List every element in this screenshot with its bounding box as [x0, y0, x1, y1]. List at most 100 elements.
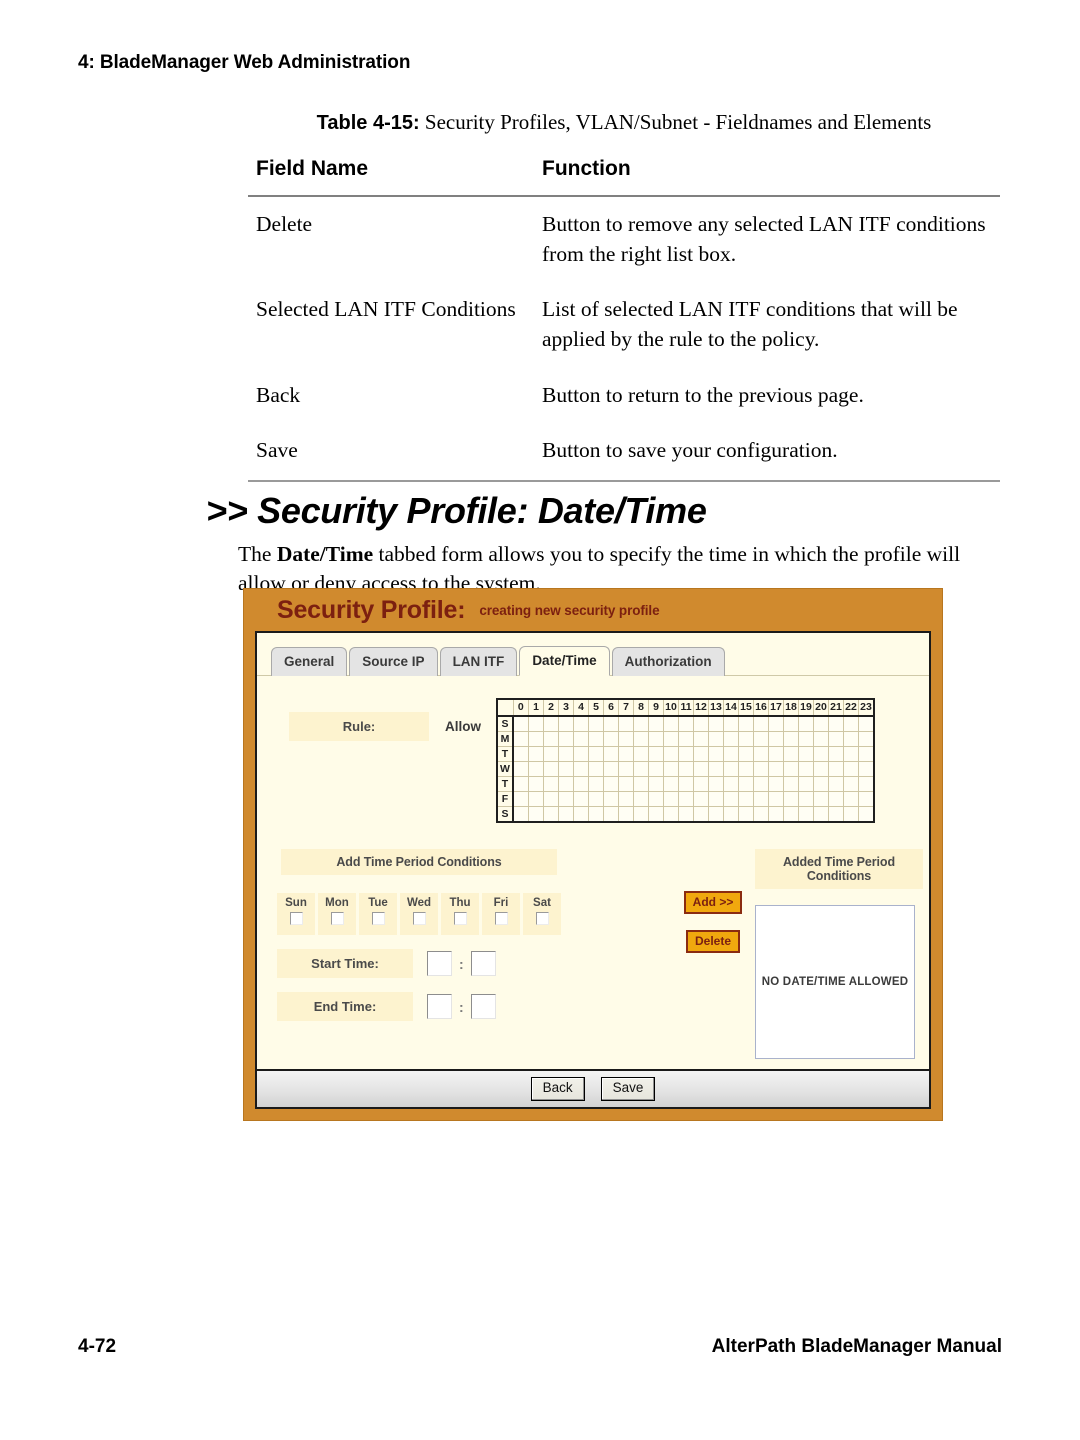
time-grid-cell[interactable]: [813, 791, 829, 807]
time-grid-cell[interactable]: [633, 761, 649, 777]
time-grid-cell[interactable]: [843, 731, 859, 747]
time-grid-cell[interactable]: [738, 715, 754, 732]
time-grid-cell[interactable]: [543, 776, 559, 792]
time-grid-cell[interactable]: [528, 731, 544, 747]
time-grid-cell[interactable]: [828, 731, 844, 747]
time-grid-cell[interactable]: [723, 791, 739, 807]
time-grid-cell[interactable]: [723, 806, 739, 823]
time-grid-cell[interactable]: [738, 731, 754, 747]
time-grid-cell[interactable]: [512, 806, 529, 823]
time-grid-cell[interactable]: [663, 791, 679, 807]
checkbox-wed[interactable]: [412, 912, 426, 925]
time-grid-cell[interactable]: [783, 776, 799, 792]
time-grid-cell[interactable]: [783, 791, 799, 807]
save-button[interactable]: Save: [600, 1077, 656, 1101]
time-grid-cell[interactable]: [663, 746, 679, 762]
day-checkbox-tue[interactable]: Tue: [359, 893, 397, 935]
tab-source-ip[interactable]: Source IP: [349, 647, 438, 676]
time-grid-cell[interactable]: [798, 746, 814, 762]
time-grid-cell[interactable]: [753, 715, 769, 732]
time-grid-cell[interactable]: [708, 806, 724, 823]
time-grid-cell[interactable]: [843, 791, 859, 807]
time-grid-cell[interactable]: [648, 731, 664, 747]
time-grid-cell[interactable]: [573, 715, 589, 732]
time-grid-cell[interactable]: [738, 761, 754, 777]
time-grid-cell[interactable]: [693, 746, 709, 762]
day-checkbox-fri[interactable]: Fri: [482, 893, 520, 935]
time-grid-cell[interactable]: [618, 746, 634, 762]
time-grid-cell[interactable]: [858, 806, 875, 823]
time-grid-cell[interactable]: [633, 776, 649, 792]
day-checkbox-wed[interactable]: Wed: [400, 893, 438, 935]
time-grid-cell[interactable]: [828, 761, 844, 777]
time-grid-cell[interactable]: [558, 791, 574, 807]
end-time-hour-input[interactable]: [427, 994, 452, 1019]
time-grid-cell[interactable]: [678, 776, 694, 792]
time-grid-cell[interactable]: [693, 791, 709, 807]
time-grid-cell[interactable]: [723, 761, 739, 777]
time-grid-cell[interactable]: [708, 715, 724, 732]
day-checkbox-thu[interactable]: Thu: [441, 893, 479, 935]
time-grid-cell[interactable]: [798, 806, 814, 823]
time-grid-cell[interactable]: [618, 791, 634, 807]
time-grid-cell[interactable]: [633, 731, 649, 747]
time-grid-cell[interactable]: [603, 746, 619, 762]
time-grid-cell[interactable]: [678, 746, 694, 762]
time-grid-cell[interactable]: [813, 746, 829, 762]
time-grid-cell[interactable]: [813, 715, 829, 732]
time-grid-cell[interactable]: [723, 746, 739, 762]
time-grid-cell[interactable]: [678, 761, 694, 777]
time-grid-cell[interactable]: [798, 761, 814, 777]
time-grid-cell[interactable]: [603, 715, 619, 732]
end-time-minute-input[interactable]: [470, 994, 496, 1019]
time-grid-cell[interactable]: [798, 791, 814, 807]
add-button[interactable]: Add >>: [683, 891, 743, 915]
time-grid-cell[interactable]: [558, 746, 574, 762]
time-grid-cell[interactable]: [828, 806, 844, 823]
back-button[interactable]: Back: [530, 1077, 585, 1101]
time-grid-cell[interactable]: [603, 806, 619, 823]
time-grid-cell[interactable]: [753, 731, 769, 747]
time-grid-cell[interactable]: [783, 731, 799, 747]
time-grid-cell[interactable]: [858, 715, 875, 732]
time-grid-cell[interactable]: [813, 761, 829, 777]
time-grid-cell[interactable]: [708, 746, 724, 762]
time-grid-cell[interactable]: [828, 791, 844, 807]
time-grid-cell[interactable]: [798, 731, 814, 747]
time-grid-cell[interactable]: [708, 731, 724, 747]
time-grid-cell[interactable]: [783, 806, 799, 823]
time-grid-cell[interactable]: [693, 715, 709, 732]
time-grid-cell[interactable]: [543, 791, 559, 807]
time-grid-cell[interactable]: [858, 791, 875, 807]
time-grid-cell[interactable]: [858, 761, 875, 777]
time-grid-cell[interactable]: [813, 806, 829, 823]
time-grid-cell[interactable]: [528, 791, 544, 807]
time-grid-cell[interactable]: [573, 776, 589, 792]
time-grid-cell[interactable]: [573, 761, 589, 777]
time-grid-cell[interactable]: [573, 731, 589, 747]
time-grid-cell[interactable]: [693, 776, 709, 792]
time-grid-cell[interactable]: [512, 715, 529, 732]
time-grid-cell[interactable]: [528, 761, 544, 777]
time-grid-cell[interactable]: [843, 761, 859, 777]
time-grid-cell[interactable]: [828, 715, 844, 732]
time-grid-cell[interactable]: [663, 731, 679, 747]
time-grid-cell[interactable]: [813, 776, 829, 792]
time-grid-cell[interactable]: [618, 806, 634, 823]
delete-button[interactable]: Delete: [685, 930, 741, 954]
time-grid-cell[interactable]: [753, 776, 769, 792]
time-grid-cell[interactable]: [588, 746, 604, 762]
time-grid-cell[interactable]: [753, 746, 769, 762]
checkbox-tue[interactable]: [371, 912, 385, 925]
time-grid-cell[interactable]: [798, 715, 814, 732]
time-grid-cell[interactable]: [558, 715, 574, 732]
time-grid-cell[interactable]: [543, 731, 559, 747]
time-grid-cell[interactable]: [543, 715, 559, 732]
time-grid-cell[interactable]: [648, 715, 664, 732]
time-grid-cell[interactable]: [588, 791, 604, 807]
time-grid-cell[interactable]: [633, 791, 649, 807]
time-grid[interactable]: 0 1 2 3 4 5 6 7 8 9 10 11 12 13 14 15 16 17 18 19 20 21 22 23 S…: [496, 698, 875, 823]
day-checkbox-mon[interactable]: Mon: [318, 893, 356, 935]
day-checkbox-sat[interactable]: Sat: [523, 893, 561, 935]
time-grid-cell[interactable]: [588, 731, 604, 747]
